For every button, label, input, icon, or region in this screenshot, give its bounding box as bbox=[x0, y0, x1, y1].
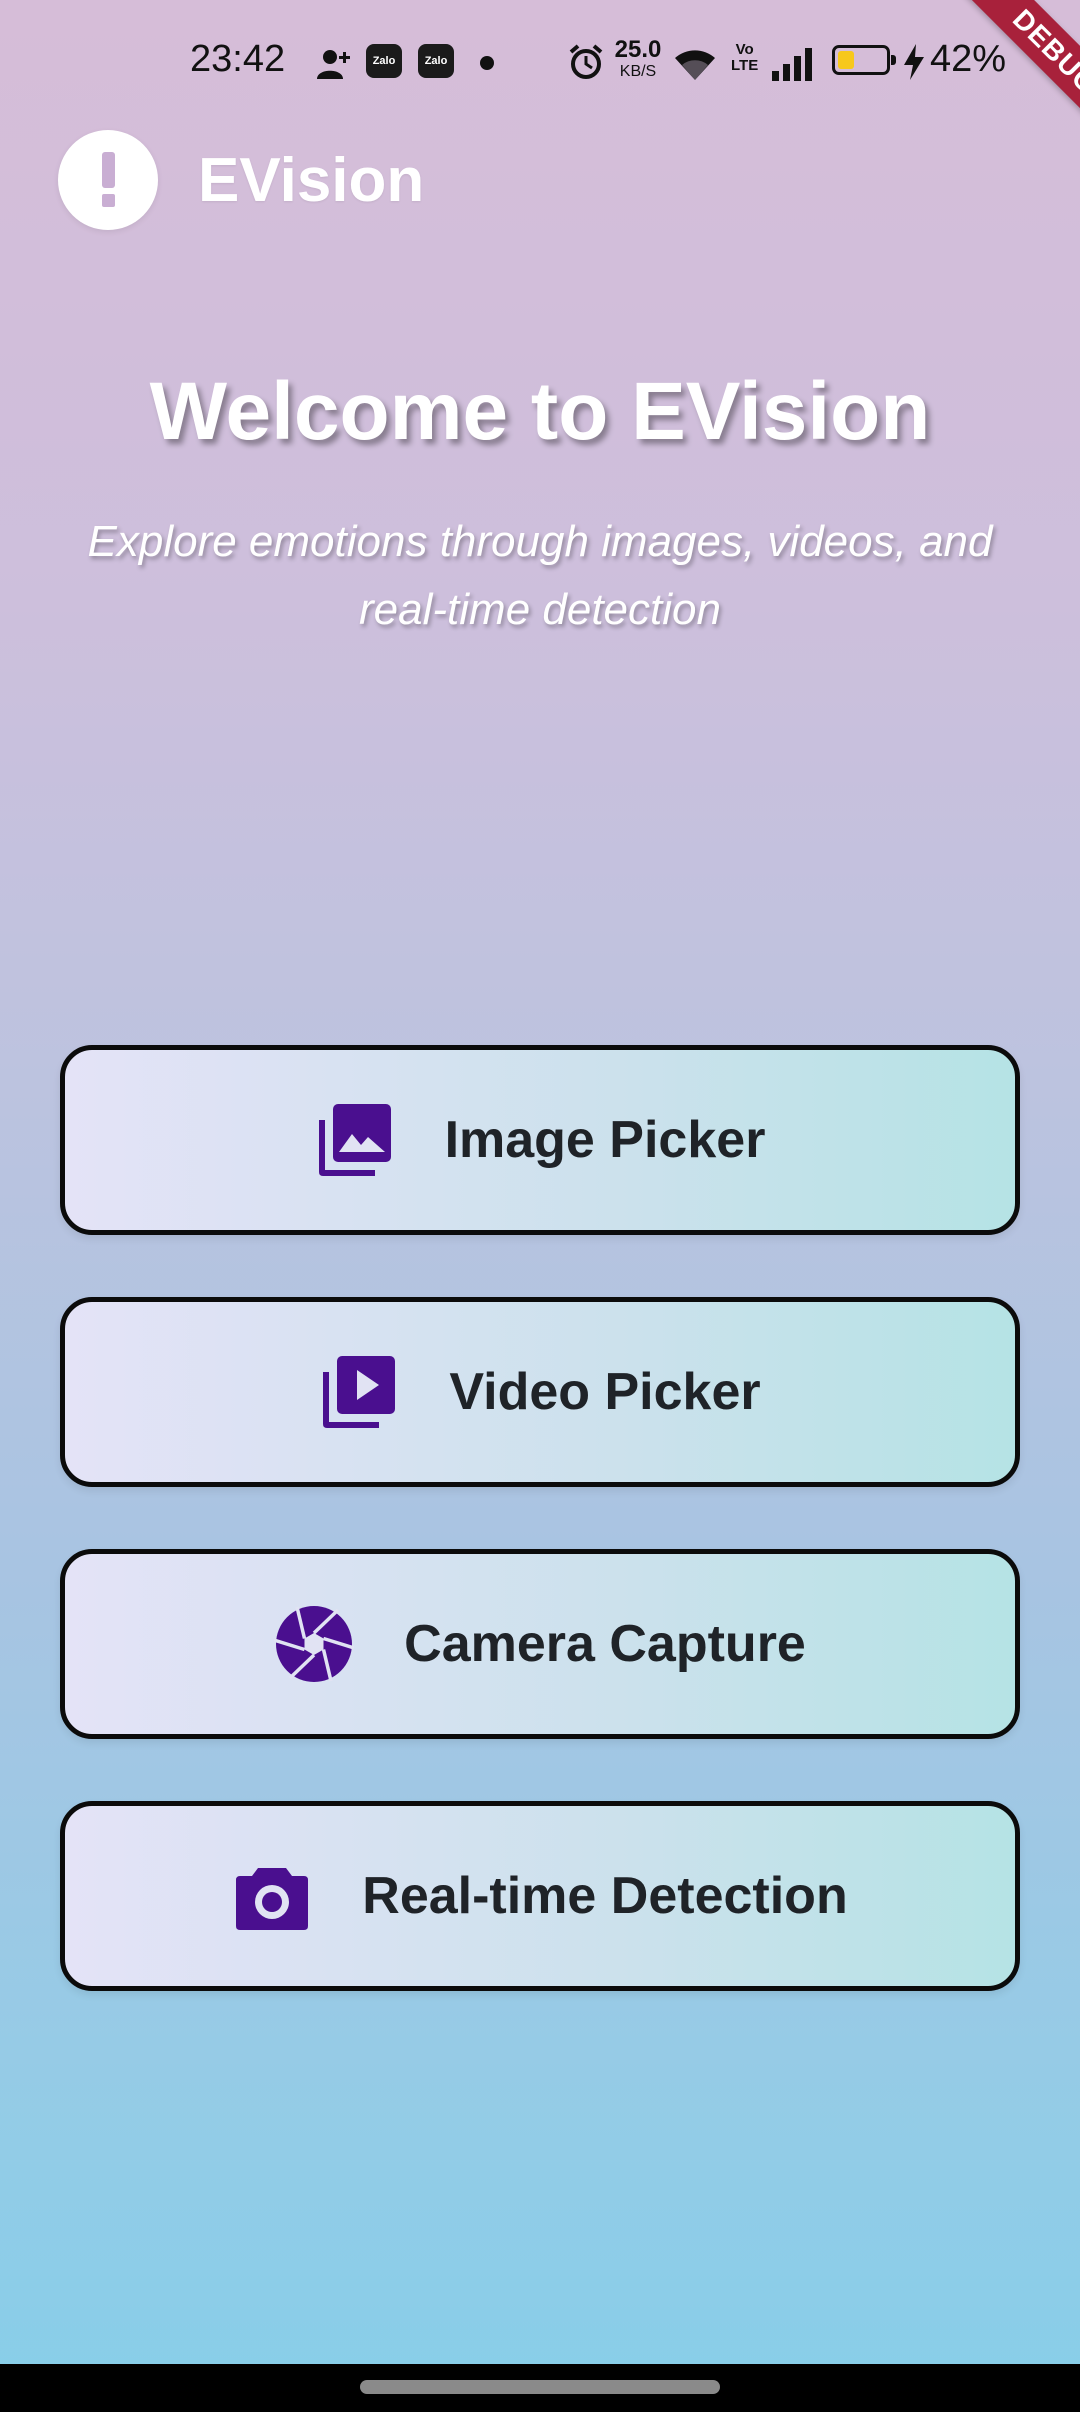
alarm-icon bbox=[569, 44, 603, 79]
image-picker-label: Image Picker bbox=[444, 1111, 766, 1169]
welcome-subtitle: Explore emotions through images, videos,… bbox=[87, 517, 993, 634]
volte-bottom: LTE bbox=[731, 56, 759, 74]
network-speed-unit: KB/S bbox=[619, 63, 657, 80]
zalo-notification-icon: Zalo bbox=[366, 44, 402, 78]
system-navigation-bar bbox=[0, 2364, 1080, 2412]
exclamation-bar bbox=[102, 152, 115, 188]
wifi-icon bbox=[675, 50, 715, 80]
status-bar: 23:42 Zalo Zalo 25.0 KB/S Vo LTE 42% bbox=[0, 0, 1080, 120]
camera-capture-button[interactable]: Camera Capture bbox=[60, 1549, 1020, 1739]
zalo-label: Zalo bbox=[424, 55, 448, 67]
volte-top: Vo bbox=[735, 41, 754, 58]
home-gesture-handle[interactable] bbox=[360, 2380, 720, 2394]
zalo-label: Zalo bbox=[372, 55, 396, 67]
exclamation-icon bbox=[58, 130, 158, 230]
zalo-notification-icon: Zalo bbox=[418, 44, 454, 78]
add-person-icon bbox=[317, 50, 350, 79]
more-notifications-dot-icon bbox=[480, 56, 494, 70]
app-header: EVision bbox=[58, 130, 424, 230]
status-time: 23:42 bbox=[190, 38, 286, 80]
video-library-icon bbox=[319, 1352, 399, 1432]
video-picker-label: Video Picker bbox=[449, 1363, 761, 1421]
exclamation-dot bbox=[102, 194, 115, 207]
network-speed-value: 25.0 bbox=[614, 36, 662, 63]
charging-bolt-icon bbox=[904, 44, 924, 80]
battery-icon bbox=[832, 45, 896, 75]
camera-aperture-icon bbox=[274, 1604, 355, 1684]
app-screen: 23:42 Zalo Zalo 25.0 KB/S Vo LTE 42% DEB… bbox=[0, 0, 1080, 2412]
battery-percent: 42% bbox=[930, 38, 1007, 80]
network-speed: 25.0 KB/S bbox=[610, 38, 666, 80]
realtime-detection-label: Real-time Detection bbox=[362, 1867, 848, 1925]
welcome-title: Welcome to EVision bbox=[149, 366, 931, 457]
battery-nub bbox=[891, 55, 896, 65]
app-title: EVision bbox=[198, 145, 425, 215]
cell-signal-icon bbox=[772, 48, 812, 81]
image-picker-button[interactable]: Image Picker bbox=[60, 1045, 1020, 1235]
camera-icon bbox=[232, 1856, 312, 1936]
battery-fill bbox=[838, 51, 854, 69]
realtime-detection-button[interactable]: Real-time Detection bbox=[60, 1801, 1020, 1991]
volte-indicator: Vo LTE bbox=[731, 42, 758, 74]
video-picker-button[interactable]: Video Picker bbox=[60, 1297, 1020, 1487]
photo-library-icon bbox=[315, 1100, 395, 1180]
camera-capture-label: Camera Capture bbox=[404, 1615, 806, 1673]
